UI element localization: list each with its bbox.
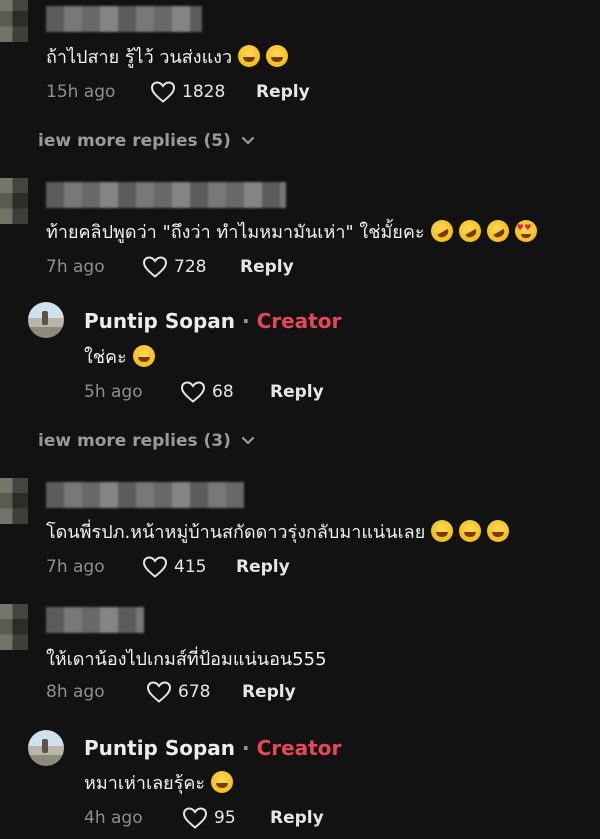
separator: · (242, 309, 250, 333)
like-button[interactable]: 728 (142, 255, 206, 279)
view-more-replies[interactable]: iew more replies (3) (38, 431, 255, 451)
like-button[interactable]: 415 (142, 555, 206, 579)
heart-outline-icon[interactable] (142, 255, 168, 279)
comment-time: 8h ago (46, 682, 105, 702)
like-count: 1828 (182, 82, 226, 102)
avatar[interactable] (0, 178, 28, 224)
comment-time: 15h ago (46, 82, 116, 102)
username-blurred[interactable] (46, 607, 144, 633)
like-count: 678 (178, 682, 211, 702)
like-button[interactable]: 95 (182, 806, 236, 830)
reply-button[interactable]: Reply (270, 382, 324, 402)
avatar[interactable] (0, 0, 28, 42)
heart-outline-icon[interactable] (146, 680, 172, 704)
laughing-emoji-icon (459, 520, 482, 542)
reply-button[interactable]: Reply (240, 257, 294, 277)
heart-outline-icon[interactable] (180, 380, 206, 404)
laughing-emoji-icon (132, 345, 155, 367)
username-blurred[interactable] (46, 482, 244, 508)
rofl-emoji-icon (426, 215, 457, 247)
reply-button[interactable]: Reply (270, 808, 324, 828)
like-button[interactable]: 678 (146, 680, 210, 704)
like-count: 95 (214, 808, 236, 828)
comment-time: 7h ago (46, 257, 105, 277)
chevron-down-icon (241, 136, 255, 146)
laughing-emoji-icon (487, 520, 510, 542)
like-button[interactable]: 1828 (150, 80, 225, 104)
laughing-emoji-icon (431, 520, 454, 542)
rofl-emoji-icon (482, 215, 513, 247)
heart-outline-icon[interactable] (182, 806, 208, 830)
like-button[interactable]: 68 (180, 380, 234, 404)
separator: · (242, 736, 250, 760)
comment-time: 5h ago (84, 382, 143, 402)
laughing-emoji-icon (266, 45, 289, 67)
comment-time: 4h ago (84, 808, 143, 828)
creator-name[interactable]: Puntip Sopan (84, 309, 235, 333)
reply-button[interactable]: Reply (236, 557, 290, 577)
creator-name-line: Puntip Sopan · Creator (84, 309, 341, 333)
laughing-emoji-icon (238, 45, 261, 67)
like-count: 68 (212, 382, 234, 402)
comment-text: ถ้าไปสาย รู้ไว้ วนส่งแงว (46, 42, 289, 71)
reply-button[interactable]: Reply (242, 682, 296, 702)
avatar[interactable] (28, 302, 64, 338)
creator-name[interactable]: Puntip Sopan (84, 736, 235, 760)
laughing-emoji-icon (211, 771, 234, 793)
rofl-emoji-icon (454, 215, 485, 247)
avatar[interactable] (28, 730, 64, 766)
comment-text: โดนพี่รปภ.หน้าหมู่บ้านสกัดดาวรุ่งกลับมาแ… (46, 517, 510, 546)
chevron-down-icon (241, 436, 255, 446)
avatar[interactable] (0, 478, 28, 524)
creator-name-line: Puntip Sopan · Creator (84, 736, 341, 760)
heart-outline-icon[interactable] (142, 555, 168, 579)
heart-outline-icon[interactable] (150, 80, 176, 104)
like-count: 728 (174, 257, 207, 277)
creator-badge: Creator (256, 309, 342, 333)
username-blurred[interactable] (46, 182, 286, 208)
reply-button[interactable]: Reply (256, 82, 310, 102)
comment-text: ท้ายคลิปพูดว่า "ถึงว่า ทำไมหมามันเห่า" ใ… (46, 215, 537, 247)
heart-eyes-emoji-icon (514, 220, 537, 242)
comment-text: ให้เดาน้องไปเกมส์ที่ป้อมแน่นอน555 (46, 649, 327, 670)
comment-time: 7h ago (46, 557, 105, 577)
comment-text: หมาเห่าเลยรุ้คะ (84, 768, 234, 797)
view-more-label: iew more replies (3) (38, 431, 231, 451)
avatar[interactable] (0, 604, 28, 650)
view-more-label: iew more replies (5) (38, 131, 231, 151)
like-count: 415 (174, 557, 207, 577)
creator-badge: Creator (256, 736, 342, 760)
comment-text: ใช่คะ (84, 342, 155, 371)
username-blurred[interactable] (46, 6, 202, 32)
view-more-replies[interactable]: iew more replies (5) (38, 131, 255, 151)
